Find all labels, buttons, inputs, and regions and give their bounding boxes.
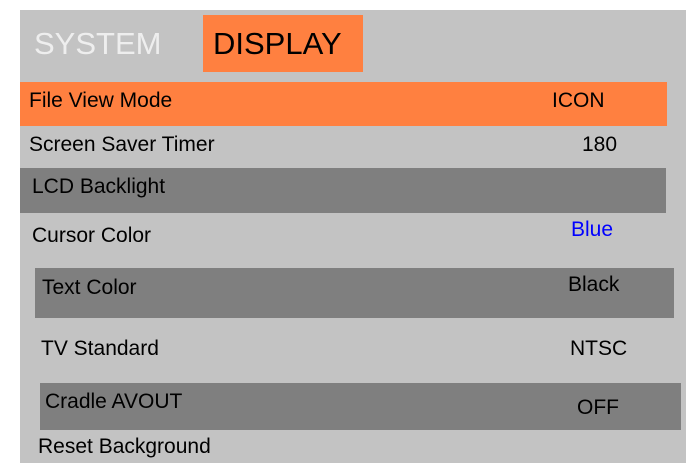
menu-item-value: NTSC bbox=[570, 337, 628, 360]
menu-item-label: Text Color bbox=[42, 276, 137, 299]
menu-item-value: OFF bbox=[577, 396, 619, 419]
menu-item-label: Screen Saver Timer bbox=[29, 133, 215, 156]
menu-item-lcd-backlight[interactable]: LCD Backlight bbox=[20, 168, 666, 213]
menu-item-label: LCD Backlight bbox=[32, 175, 166, 198]
menu-item-cradle-avout[interactable]: Cradle AVOUT OFF bbox=[40, 383, 681, 430]
menu-item-label: Reset Background bbox=[38, 435, 211, 458]
menu-item-label: Cradle AVOUT bbox=[45, 390, 183, 413]
menu-item-value: ICON bbox=[552, 89, 605, 112]
menu-item-value: 180 bbox=[582, 133, 618, 156]
menu-item-file-view-mode[interactable]: File View Mode ICON bbox=[20, 82, 667, 126]
menu-item-label: File View Mode bbox=[29, 89, 173, 112]
menu-item-cursor-color[interactable]: Cursor Color Blue bbox=[20, 215, 667, 259]
menu-item-value: Black bbox=[568, 273, 620, 296]
menu-item-label: Cursor Color bbox=[32, 224, 152, 247]
menu-item-label: TV Standard bbox=[41, 337, 159, 360]
menu-item-reset-background[interactable]: Reset Background bbox=[20, 430, 667, 463]
settings-panel: SYSTEM DISPLAY File View Mode ICON Scree… bbox=[20, 10, 686, 463]
tab-display-label: DISPLAY bbox=[213, 26, 342, 61]
menu-item-text-color[interactable]: Text Color Black bbox=[35, 268, 674, 318]
menu-item-value: Blue bbox=[571, 218, 614, 241]
tab-system[interactable]: SYSTEM bbox=[34, 28, 161, 59]
tab-display[interactable]: DISPLAY bbox=[203, 15, 363, 72]
menu-item-tv-standard[interactable]: TV Standard NTSC bbox=[20, 323, 667, 367]
menu-item-screen-saver-timer[interactable]: Screen Saver Timer 180 bbox=[20, 126, 667, 170]
